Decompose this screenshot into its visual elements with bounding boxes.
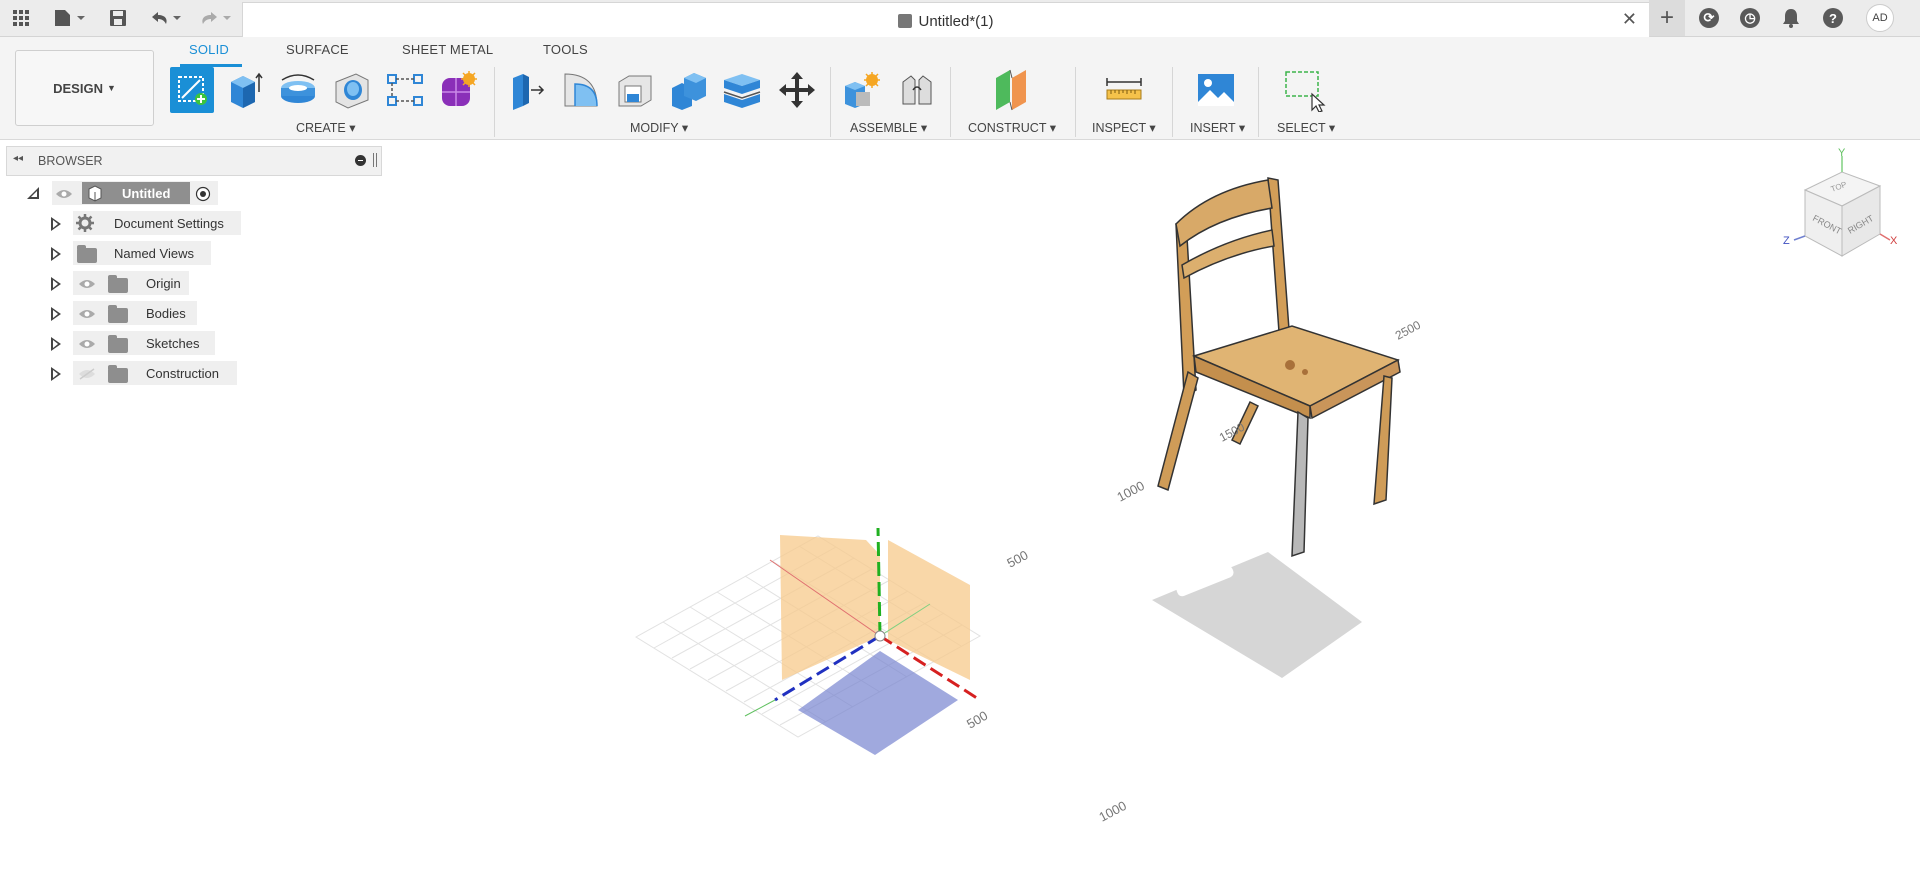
tab-tools[interactable]: TOOLS bbox=[543, 42, 588, 57]
chair-shadow bbox=[1152, 552, 1362, 678]
document-cube-icon bbox=[898, 14, 913, 28]
new-component-button[interactable] bbox=[840, 67, 884, 113]
construct-group-menu[interactable]: CONSTRUCT ▾ bbox=[968, 120, 1056, 135]
select-group-menu[interactable]: SELECT ▾ bbox=[1277, 120, 1335, 135]
move-copy-button[interactable] bbox=[775, 67, 819, 113]
user-avatar[interactable]: AD bbox=[1862, 0, 1898, 36]
modify-group-label: MODIFY bbox=[630, 121, 679, 135]
origin-point[interactable] bbox=[874, 630, 886, 642]
extensions-icon[interactable]: ⟳ bbox=[1691, 0, 1727, 36]
workspace-dropdown[interactable]: DESIGN ▼ bbox=[15, 50, 154, 126]
chair-model[interactable] bbox=[1157, 177, 1401, 558]
apps-grid-icon[interactable] bbox=[8, 0, 34, 36]
measure-button[interactable] bbox=[1102, 67, 1146, 113]
separator bbox=[950, 67, 951, 137]
viewcube-x-label: X bbox=[1890, 235, 1898, 247]
tab-surface[interactable]: SURFACE bbox=[286, 42, 349, 57]
separator bbox=[830, 67, 831, 137]
viewcube[interactable]: TOP FRONT RIGHT Y X Z bbox=[1780, 146, 1900, 262]
job-status-icon[interactable]: ◷ bbox=[1732, 0, 1768, 36]
create-sketch-button[interactable] bbox=[170, 67, 214, 113]
extrude-button[interactable] bbox=[222, 67, 266, 113]
revolve-button[interactable] bbox=[276, 67, 320, 113]
dimension-label: 1000 bbox=[1096, 798, 1129, 825]
ribbon-toolbar: DESIGN ▼ SOLID SURFACE SHEET METAL TOOLS … bbox=[0, 37, 1920, 140]
notifications-bell-icon[interactable] bbox=[1773, 0, 1809, 36]
dimension-label: 500 bbox=[964, 708, 990, 732]
shell-button[interactable] bbox=[613, 67, 657, 113]
dimension-label: 2500 bbox=[1393, 318, 1423, 343]
modify-group-menu[interactable]: MODIFY ▾ bbox=[630, 120, 688, 135]
file-menu-icon[interactable] bbox=[50, 0, 90, 36]
pattern-button[interactable] bbox=[383, 67, 427, 113]
inspect-group-label: INSPECT bbox=[1092, 121, 1146, 135]
user-initials: AD bbox=[1866, 4, 1894, 32]
separator bbox=[494, 67, 495, 137]
assemble-group-label: ASSEMBLE bbox=[850, 121, 918, 135]
construct-group-label: CONSTRUCT bbox=[968, 121, 1047, 135]
title-bar: Untitled*(1) ✕ + ⟳ ◷ ? AD bbox=[0, 0, 1920, 37]
hole-button[interactable] bbox=[330, 67, 374, 113]
separator bbox=[1075, 67, 1076, 137]
fillet-button[interactable] bbox=[559, 67, 603, 113]
3d-viewport[interactable]: 500 500 1000 1000 2500 1500 bbox=[0, 140, 1920, 872]
press-pull-button[interactable] bbox=[505, 67, 549, 113]
redo-icon[interactable] bbox=[196, 0, 236, 36]
undo-icon[interactable] bbox=[146, 0, 186, 36]
offset-plane-button[interactable] bbox=[990, 67, 1034, 113]
save-icon[interactable] bbox=[106, 0, 130, 36]
insert-group-label: INSERT bbox=[1190, 121, 1236, 135]
separator bbox=[1258, 67, 1259, 137]
assemble-group-menu[interactable]: ASSEMBLE ▾ bbox=[850, 120, 927, 135]
inspect-group-menu[interactable]: INSPECT ▾ bbox=[1092, 120, 1156, 135]
workspace-label: DESIGN bbox=[53, 80, 103, 96]
xy-plane bbox=[780, 535, 880, 680]
document-tab[interactable]: Untitled*(1) ✕ bbox=[242, 2, 1650, 37]
help-icon[interactable]: ? bbox=[1815, 0, 1851, 36]
create-group-menu[interactable]: CREATE ▾ bbox=[296, 120, 356, 135]
separator bbox=[1172, 67, 1173, 137]
tab-solid[interactable]: SOLID bbox=[189, 42, 229, 57]
create-group-label: CREATE bbox=[296, 121, 346, 135]
create-form-button[interactable] bbox=[436, 67, 480, 113]
close-tab-icon[interactable]: ✕ bbox=[1622, 9, 1637, 30]
insert-image-button[interactable] bbox=[1194, 67, 1238, 113]
xz-plane bbox=[798, 651, 958, 755]
document-title: Untitled*(1) bbox=[243, 13, 1649, 30]
document-title-text: Untitled*(1) bbox=[918, 13, 994, 30]
dimension-label: 1000 bbox=[1114, 478, 1147, 505]
viewcube-y-label: Y bbox=[1838, 147, 1846, 159]
joint-button[interactable] bbox=[895, 67, 939, 113]
viewcube-z-label: Z bbox=[1783, 235, 1790, 247]
split-body-button[interactable] bbox=[720, 67, 764, 113]
window-select-button[interactable] bbox=[1282, 67, 1326, 113]
select-group-label: SELECT bbox=[1277, 121, 1326, 135]
insert-group-menu[interactable]: INSERT ▾ bbox=[1190, 120, 1245, 135]
new-tab-button[interactable]: + bbox=[1649, 0, 1685, 36]
combine-button[interactable] bbox=[667, 67, 711, 113]
tab-sheet-metal[interactable]: SHEET METAL bbox=[402, 42, 493, 57]
dimension-label: 500 bbox=[1004, 547, 1030, 570]
